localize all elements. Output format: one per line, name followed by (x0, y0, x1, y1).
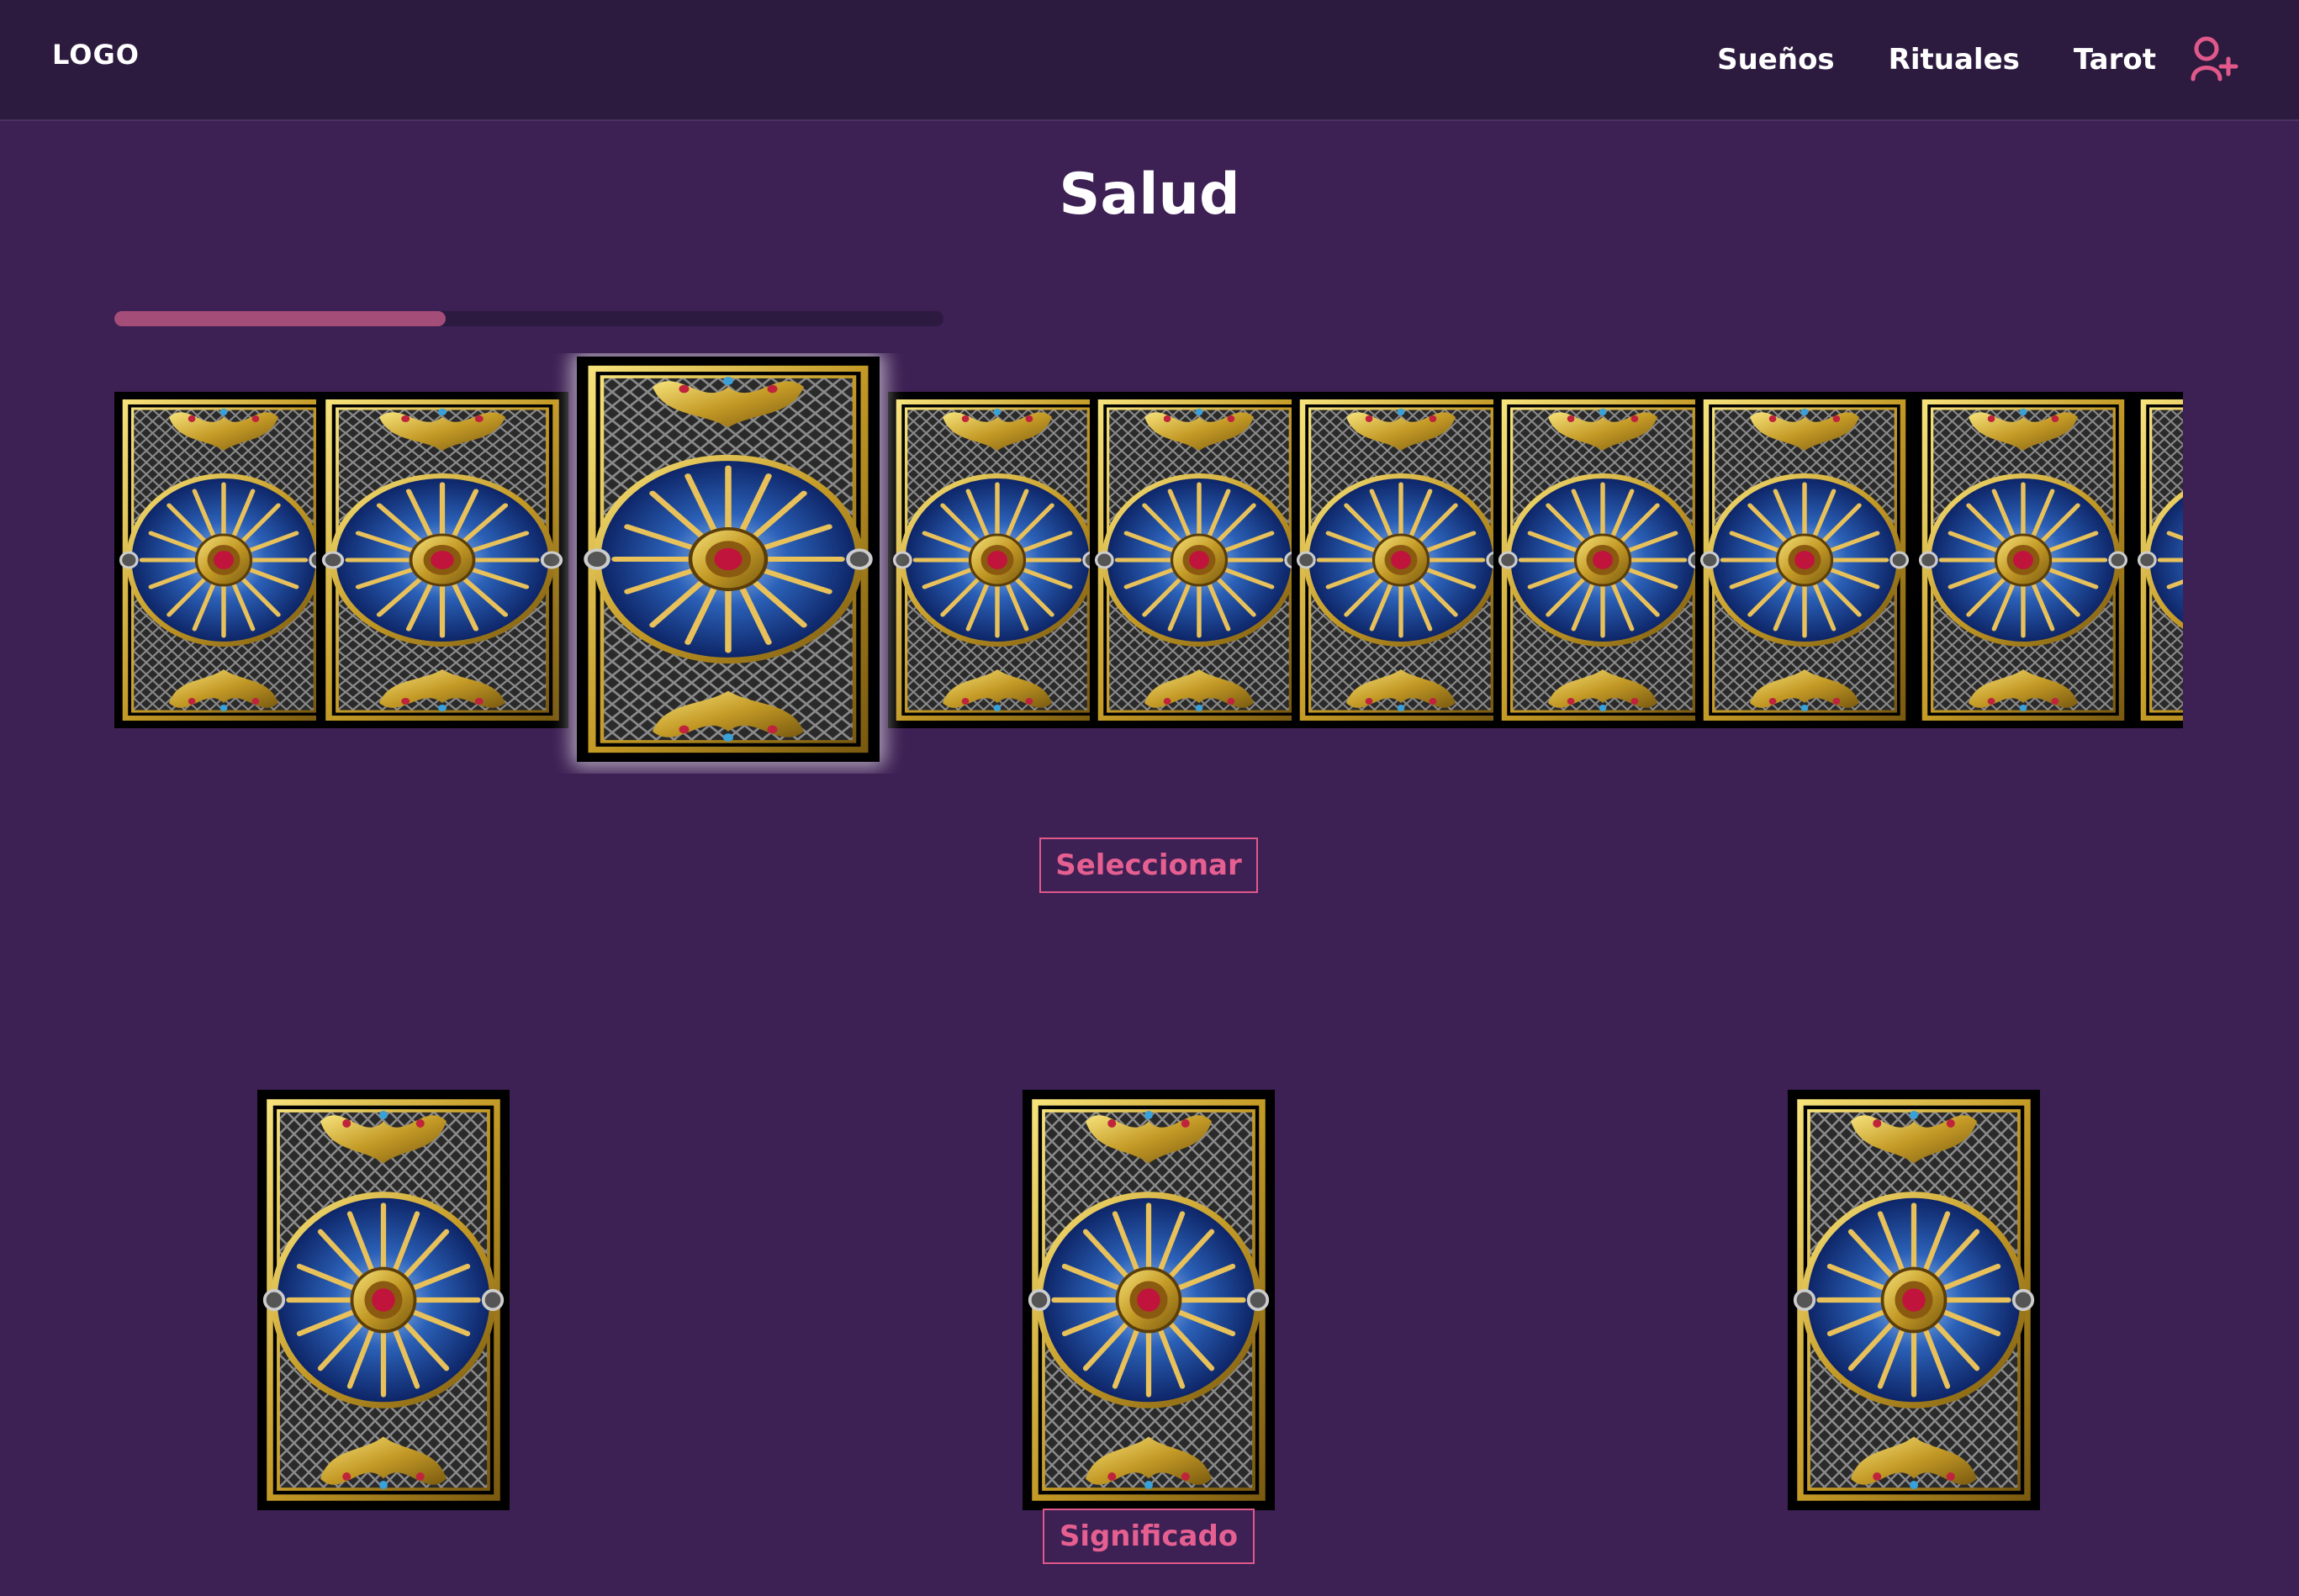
card-deck (114, 353, 2183, 774)
tarot-card[interactable] (316, 392, 568, 728)
nav-link-rituales[interactable]: Rituales (1889, 43, 2020, 77)
tarot-card[interactable] (2133, 392, 2183, 728)
tarot-card[interactable] (888, 392, 1107, 728)
tarot-card-selected[interactable] (577, 357, 880, 762)
tarot-card[interactable] (1090, 392, 1308, 728)
tarot-card[interactable] (1914, 392, 2133, 728)
page-title: Salud (1059, 161, 1240, 228)
tarot-card[interactable] (1493, 392, 1712, 728)
tarot-card[interactable] (1292, 392, 1510, 728)
logo[interactable]: LOGO (52, 39, 140, 71)
select-button[interactable]: Seleccionar (1039, 838, 1258, 893)
spread-card-3[interactable] (1788, 1090, 2040, 1510)
user-add-icon[interactable] (2190, 35, 2242, 82)
nav-link-tarot[interactable]: Tarot (2074, 43, 2156, 77)
nav-link-suenos[interactable]: Sueños (1717, 43, 1835, 77)
progress-bar (114, 311, 943, 326)
meaning-button[interactable]: Significado (1043, 1509, 1255, 1564)
tarot-card[interactable] (1695, 392, 1914, 728)
progress-fill (114, 311, 447, 326)
top-navbar: LOGO Sueños Rituales Tarot (0, 0, 2299, 121)
spread-card-2[interactable] (1023, 1090, 1275, 1510)
spread-card-1[interactable] (257, 1090, 510, 1510)
tarot-card[interactable] (114, 392, 333, 728)
